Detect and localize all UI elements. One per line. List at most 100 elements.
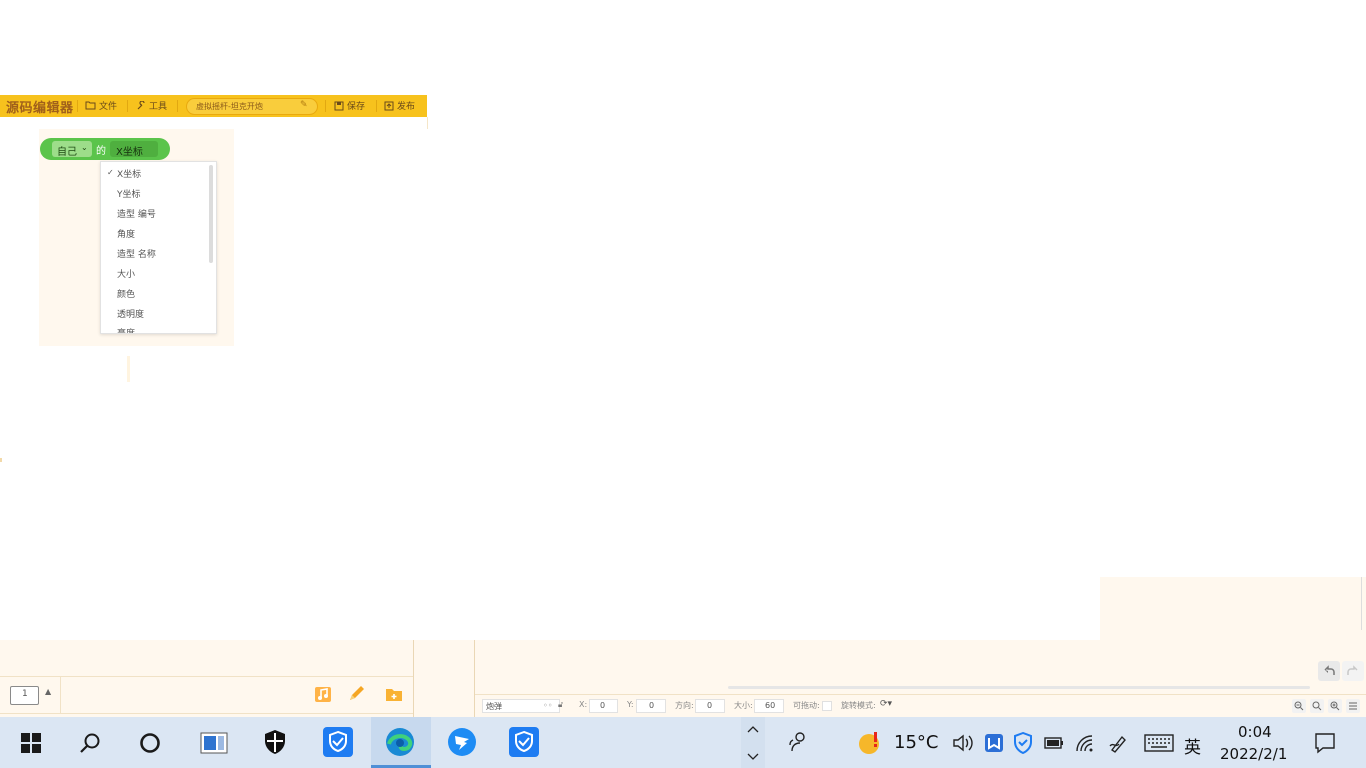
search-button[interactable] bbox=[61, 717, 119, 768]
undo-button[interactable] bbox=[1318, 661, 1340, 681]
task-view-icon bbox=[200, 732, 228, 754]
dropdown-option[interactable]: X坐标 bbox=[117, 167, 141, 180]
size-value: 60 bbox=[765, 701, 776, 710]
input-method-indicator[interactable]: 英 bbox=[1184, 733, 1201, 758]
panel-divider bbox=[0, 713, 413, 714]
toolbar-separator bbox=[177, 100, 178, 112]
dropdown-option[interactable]: 大小 bbox=[117, 267, 135, 280]
stage-preview[interactable] bbox=[1100, 577, 1366, 640]
music-note-icon[interactable] bbox=[313, 684, 333, 704]
folder-add-icon[interactable] bbox=[384, 684, 404, 704]
chevron-down-icon: ⌄ bbox=[81, 143, 88, 152]
zoom-out-icon bbox=[1294, 701, 1304, 711]
taskbar-scroll-control[interactable] bbox=[741, 717, 765, 768]
draggable-toggle[interactable] bbox=[822, 701, 832, 711]
stage-border bbox=[1361, 577, 1362, 630]
panel-divider bbox=[60, 677, 61, 713]
dropdown-scrollbar[interactable] bbox=[209, 165, 213, 263]
chevron-up-icon bbox=[747, 726, 759, 733]
menu-icon bbox=[1349, 702, 1357, 710]
panel-divider bbox=[475, 694, 1366, 695]
rotation-mode-label: 旋转模式: bbox=[841, 701, 876, 710]
dropdown-option[interactable]: 造型 名称 bbox=[117, 247, 156, 260]
zoom-in-button[interactable] bbox=[1328, 699, 1342, 713]
tools-menu-label: 工具 bbox=[149, 102, 168, 112]
y-value: 0 bbox=[649, 701, 655, 710]
start-button[interactable] bbox=[2, 717, 60, 768]
battery-icon[interactable] bbox=[1044, 735, 1064, 754]
tencent-pc-manager-button-2[interactable] bbox=[495, 717, 553, 768]
volume-icon[interactable] bbox=[952, 733, 974, 756]
shield-icon bbox=[265, 730, 285, 754]
file-menu-button[interactable]: 文件 bbox=[85, 99, 117, 112]
lock-icon[interactable]: 🔓︎ bbox=[558, 700, 563, 710]
tools-menu-button[interactable]: 工具 bbox=[136, 99, 167, 112]
tencent-pc-manager-button[interactable] bbox=[309, 717, 367, 768]
toolbar-underlay bbox=[0, 117, 428, 129]
project-name-input[interactable]: 虚拟摇杆-坦克开炮 ✎ bbox=[186, 98, 318, 115]
wrench-icon bbox=[137, 100, 145, 109]
dingtalk-button[interactable] bbox=[433, 717, 491, 768]
save-button[interactable]: 保存 bbox=[334, 99, 365, 112]
project-name-text: 虚拟摇杆-坦克开炮 bbox=[196, 102, 263, 111]
keyboard-icon[interactable] bbox=[1144, 734, 1174, 755]
y-input[interactable]: 0 bbox=[636, 699, 666, 713]
save-disk-icon bbox=[334, 101, 344, 110]
edge-browser-icon bbox=[386, 728, 414, 756]
subject-select[interactable]: 自己 ⌄ bbox=[52, 141, 92, 158]
dropdown-option[interactable]: 透明度 bbox=[117, 307, 144, 320]
weather-sun-icon[interactable] bbox=[858, 731, 882, 758]
weather-temperature[interactable]: 15°C bbox=[894, 732, 938, 753]
undo-icon bbox=[1324, 665, 1335, 675]
sprite-name-value: 炮弹 bbox=[486, 702, 502, 711]
security-app-button[interactable] bbox=[246, 717, 304, 768]
x-input[interactable]: 0 bbox=[589, 699, 618, 713]
toolbar-separator bbox=[127, 100, 128, 112]
rotation-mode-select[interactable]: ⟳▾ bbox=[880, 699, 892, 709]
dropdown-option[interactable]: 颜色 bbox=[117, 287, 135, 300]
property-block[interactable]: 自己 ⌄ 的 X坐标 bbox=[40, 138, 170, 160]
scene-page-selector[interactable]: 1 bbox=[10, 686, 39, 705]
panel-divider bbox=[0, 676, 413, 677]
redo-icon bbox=[1347, 665, 1358, 675]
folder-icon bbox=[85, 101, 96, 110]
windows-logo-icon bbox=[21, 733, 41, 753]
y-label: Y: bbox=[627, 700, 634, 709]
dingtalk-icon bbox=[448, 728, 476, 756]
clock[interactable]: 0:04 2022/2/1 bbox=[1213, 720, 1293, 766]
editor-toolbar: 源码编辑器 文件 工具 虚拟摇杆-坦克开炮 ✎ 保存 发布 bbox=[0, 95, 427, 117]
zoom-reset-button[interactable] bbox=[1310, 699, 1324, 713]
dropdown-option[interactable]: 角度 bbox=[117, 227, 135, 240]
panel-divider bbox=[474, 640, 475, 717]
edit-pencil-icon[interactable]: ✎ bbox=[300, 100, 308, 110]
panel-divider bbox=[127, 356, 130, 382]
zoom-out-button[interactable] bbox=[1292, 699, 1306, 713]
caret-up-icon[interactable]: ▲ bbox=[45, 687, 51, 696]
stage-menu-button[interactable] bbox=[1346, 699, 1360, 713]
task-view-button[interactable] bbox=[184, 717, 242, 768]
shield-tray-icon[interactable] bbox=[1013, 731, 1033, 757]
wifi-icon[interactable] bbox=[1074, 733, 1096, 756]
notification-icon[interactable] bbox=[1314, 732, 1336, 757]
search-icon bbox=[80, 733, 100, 753]
cortana-button[interactable] bbox=[121, 717, 179, 768]
pen-ink-icon[interactable] bbox=[1108, 732, 1130, 757]
sprite-name-field[interactable]: 炮弹 ◦◦ bbox=[482, 699, 560, 713]
direction-value: 0 bbox=[707, 701, 713, 710]
size-input[interactable]: 60 bbox=[754, 699, 784, 713]
app-tray-icon[interactable] bbox=[984, 733, 1004, 756]
dropdown-option[interactable]: Y坐标 bbox=[117, 187, 141, 200]
property-select[interactable]: X坐标 bbox=[110, 141, 158, 158]
people-icon[interactable] bbox=[787, 731, 809, 756]
subject-select-value: 自己 bbox=[57, 147, 77, 158]
dropdown-option[interactable]: 造型 编号 bbox=[117, 207, 156, 220]
visibility-icon[interactable]: ◦◦ bbox=[543, 701, 552, 710]
publish-icon bbox=[384, 101, 394, 110]
direction-input[interactable]: 0 bbox=[695, 699, 725, 713]
edge-browser-button[interactable] bbox=[372, 717, 430, 768]
horizontal-scrollbar[interactable] bbox=[728, 686, 1310, 689]
dropdown-option[interactable]: 亮度 bbox=[117, 326, 135, 333]
redo-button[interactable] bbox=[1342, 661, 1364, 681]
pencil-icon[interactable] bbox=[347, 684, 367, 704]
publish-button[interactable]: 发布 bbox=[384, 99, 415, 112]
